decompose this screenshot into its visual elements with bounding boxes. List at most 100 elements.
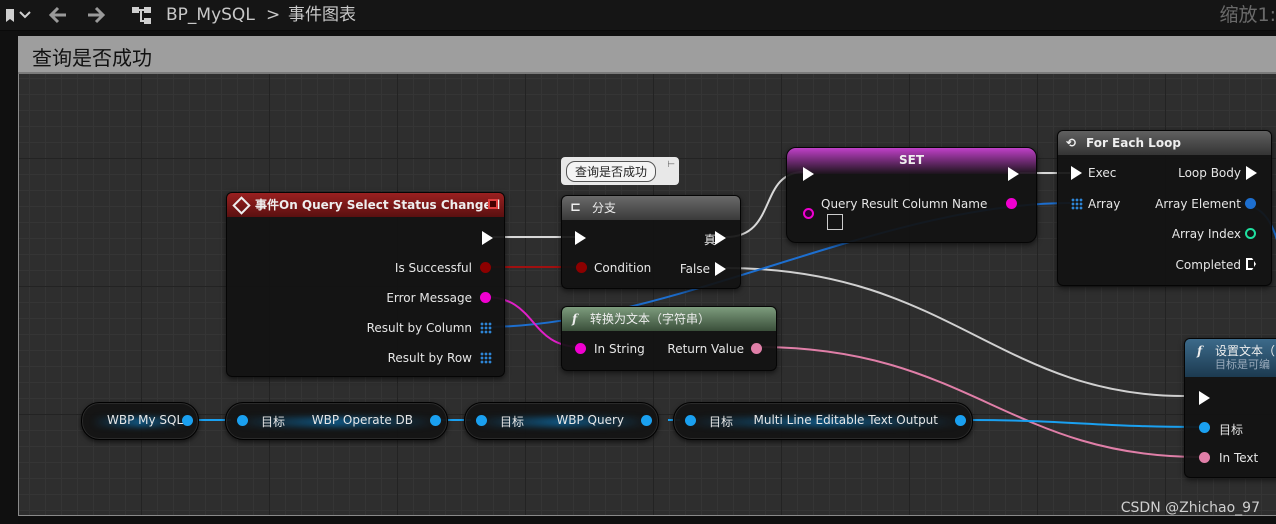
get-wbp-query-node[interactable]: 目标 WBP Query [464,402,659,440]
loop-completed-exec-pin[interactable] [1246,258,1256,270]
set-node[interactable]: SET Query Result Column Name [786,147,1037,243]
branch-comment-bubble[interactable]: 查询是否成功 ⊢ [561,157,679,185]
set-text-target-label: 目标 [1219,423,1244,437]
exec-wire-branch-false-to-settext [725,267,1185,397]
loop-node-header[interactable]: ⟲ For Each Loop [1058,131,1271,155]
set-text-in-text-label: In Text [1219,451,1259,465]
get-out-pin[interactable] [430,415,441,426]
to-text-node-header[interactable]: f 转换为文本（字符串） [562,307,776,331]
get-target-label: 目标 [500,415,525,429]
event-node-title: 事件On Query Select Status Changed [255,198,501,212]
get-out-pin[interactable] [641,415,652,426]
to-text-node[interactable]: f 转换为文本（字符串） In String Return Value [561,306,777,371]
set-text-target-pin[interactable] [1199,422,1210,433]
set-var-in-pin[interactable] [803,208,814,219]
set-text-exec-in-pin[interactable] [1199,391,1210,405]
to-text-return-label: Return Value [667,342,744,356]
get-wbp-operate-db-node[interactable]: 目标 WBP Operate DB [225,402,448,440]
error-message-pin[interactable] [480,292,491,303]
breadcrumb-separator: > [266,5,281,25]
branch-node-header[interactable]: ⊏ 分支 [562,196,740,220]
set-text-subtitle: 目标是可编 [1215,358,1270,371]
var-node-wbp-my-sql[interactable]: WBP My SQL [81,402,199,440]
branch-false-label: False [679,262,710,276]
loop-array-in-pin[interactable] [1071,198,1083,210]
to-text-node-title: 转换为文本（字符串） [590,312,711,326]
pin-comment-icon[interactable]: ⊢ [667,160,675,170]
function-icon: f [572,312,578,326]
branch-comment-text: 查询是否成功 [566,161,657,182]
set-text-node[interactable]: f 设置文本（ 目标是可编 目标 In Text [1184,338,1276,478]
loop-macro-icon: ⟲ [1066,136,1077,150]
to-text-in-string-pin[interactable] [575,343,586,354]
get-multiline-text-output-node[interactable]: 目标 Multi Line Editable Text Output [673,402,973,440]
is-successful-pin[interactable] [480,262,491,273]
loop-array-index-pin[interactable] [1245,228,1256,239]
set-var-out-pin[interactable] [1006,198,1017,209]
set-exec-out-pin[interactable] [1008,167,1019,181]
loop-array-element-pin[interactable] [1245,198,1256,209]
loop-node-title: For Each Loop [1086,136,1181,150]
set-text-node-header[interactable]: f 设置文本（ 目标是可编 [1185,339,1276,377]
event-exec-out-pin[interactable] [482,231,493,245]
pin-label-result-by-row: Result by Row [387,351,472,365]
get-target-in-pin[interactable] [237,415,248,426]
graph-toolbar: BP_MySQL > 事件图表 缩放1: [0,0,1276,31]
result-by-row-array-pin[interactable] [480,352,492,364]
function-icon: f [1197,344,1203,358]
branch-exec-in-pin[interactable] [575,231,586,245]
left-panel-edge [0,31,18,524]
breadcrumb-blueprint[interactable]: BP_MySQL [166,0,255,30]
loop-array-label: Array [1088,197,1121,211]
event-node[interactable]: 事件On Query Select Status Changed Is Succ… [226,192,505,377]
forward-arrow-icon[interactable] [84,0,108,30]
branch-condition-pin[interactable] [576,262,587,273]
set-node-title: SET [898,153,925,167]
set-text-in-text-pin[interactable] [1199,452,1210,463]
set-var-input-checkbox[interactable] [827,214,843,230]
get-output-label: WBP Operate DB [311,413,413,427]
set-var-label: Query Result Column Name [821,197,988,211]
loop-array-element-label: Array Element [1155,197,1241,211]
breadcrumb-graph[interactable]: 事件图表 [288,0,356,30]
get-target-in-pin[interactable] [685,415,696,426]
loop-completed-label: Completed [1175,258,1241,272]
get-output-label: WBP Query [556,413,624,427]
branch-false-exec-pin[interactable] [715,262,726,276]
for-each-loop-node[interactable]: ⟲ For Each Loop Exec Loop Body Array Arr… [1057,130,1272,286]
to-text-return-pin[interactable] [751,343,762,354]
chevron-down-icon[interactable] [18,0,32,30]
branch-condition-label: Condition [594,261,652,275]
set-node-header[interactable]: SET [787,148,1036,174]
delegate-pin-icon[interactable] [488,199,498,209]
event-node-header[interactable]: 事件On Query Select Status Changed [227,193,504,217]
get-target-in-pin[interactable] [476,415,487,426]
branch-icon: ⊏ [570,200,581,215]
back-arrow-icon[interactable] [46,0,70,30]
event-icon [232,196,251,215]
loop-exec-in-pin[interactable] [1071,166,1082,180]
bookmark-icon[interactable] [4,0,18,30]
blueprint-graph-icon [130,0,154,30]
get-target-label: 目标 [261,415,286,429]
get-out-pin[interactable] [955,415,966,426]
to-text-in-string-label: In String [594,342,645,356]
branch-node-title: 分支 [592,201,617,215]
result-by-column-array-pin[interactable] [480,322,492,334]
zoom-level: 缩放1: [1219,4,1276,26]
branch-node[interactable]: ⊏ 分支 真 Condition False [561,195,741,289]
var-node-out-pin[interactable] [182,415,193,426]
pin-label-is-successful: Is Successful [394,261,472,275]
set-exec-in-pin[interactable] [803,167,814,181]
var-node-label: WBP My SQL [107,413,184,427]
graph-canvas[interactable]: 查询是否成功 事件On Query Select Status Changed … [18,36,1276,516]
pin-label-error-message: Error Message [386,291,472,305]
watermark: CSDN @Zhichao_97 [1120,500,1260,516]
loop-exec-label: Exec [1088,166,1117,180]
object-wire-to-target [969,419,1201,428]
loop-body-label: Loop Body [1178,166,1241,180]
loop-array-index-label: Array Index [1171,227,1241,241]
loop-body-exec-pin[interactable] [1246,166,1257,180]
branch-true-exec-pin[interactable] [715,231,726,245]
get-output-label: Multi Line Editable Text Output [753,413,938,427]
